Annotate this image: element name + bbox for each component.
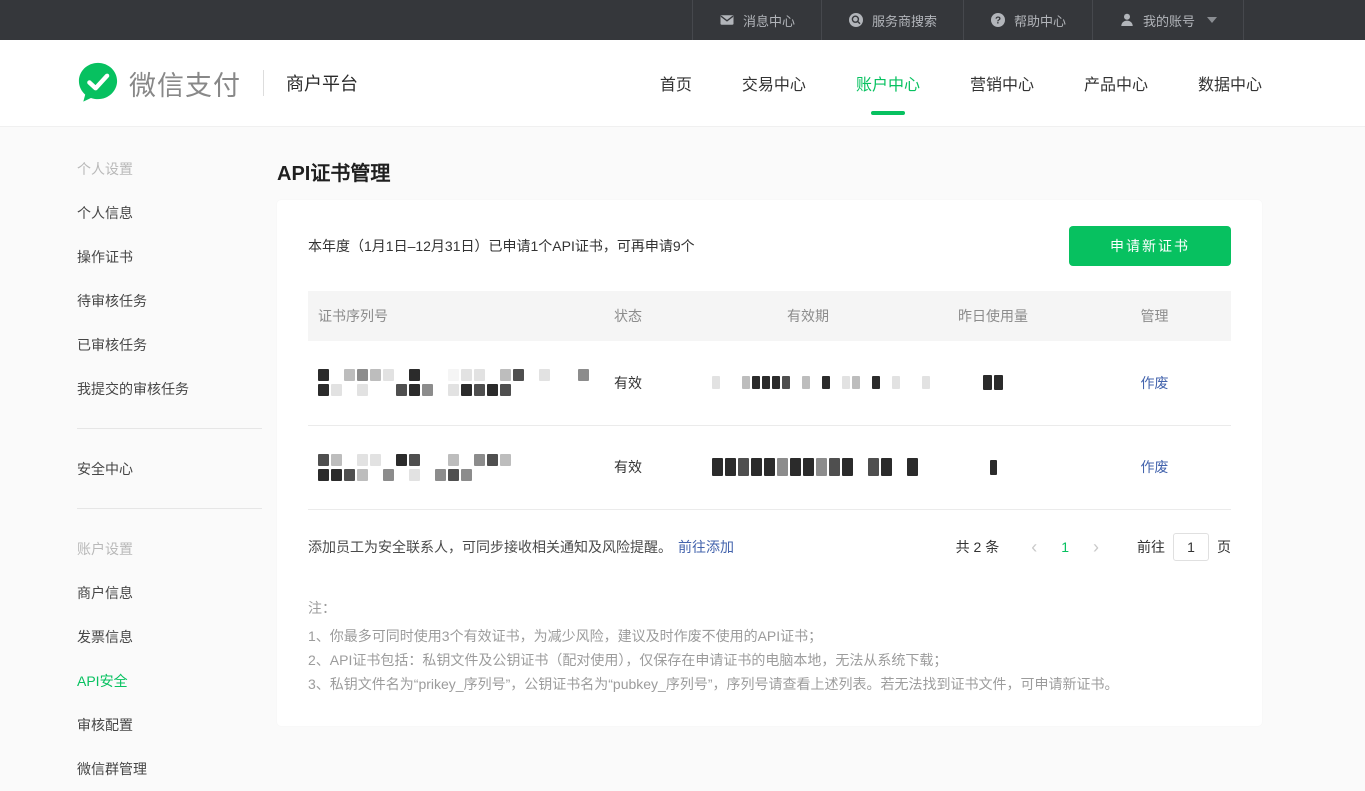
sidebar-item-merchant-info[interactable]: 商户信息 [77,571,262,615]
sidebar-item-personal-info[interactable]: 个人信息 [77,191,262,235]
total-count: 共 2 条 [956,537,1000,557]
svg-text:?: ? [995,16,1001,27]
sidebar-divider [77,508,262,509]
note-line: 3、私钥文件名为“prikey_序列号”，公钥证书名为“pubkey_序列号”，… [308,672,1231,696]
sidebar-item-security-center[interactable]: 安全中心 [77,447,262,491]
brand[interactable]: 微信支付 商户平台 [77,61,358,106]
brand-name: 微信支付 [129,64,241,103]
platform-name: 商户平台 [286,70,358,96]
table-header-row: 证书序列号 状态 有效期 昨日使用量 管理 [308,291,1231,341]
mail-icon [719,12,735,28]
topbar-spacer [1243,0,1365,40]
goto-label: 前往 [1137,537,1165,557]
topbar: 消息中心 服务商搜索 ? 帮助中心 我的账号 [0,0,1365,40]
sidebar-item-invoice-info[interactable]: 发票信息 [77,615,262,659]
topbar-item-label: 服务商搜索 [872,11,937,30]
cert-quota-summary: 本年度（1月1日–12月31日）已申请1个API证书，可再申请9个 [308,236,695,256]
sidebar-divider [77,428,262,429]
help-center-menu[interactable]: ? 帮助中心 [963,0,1092,40]
nav-item-data-center[interactable]: 数据中心 [1198,61,1262,105]
redacted-serial-number [318,451,511,484]
notes-title: 注： [308,596,1231,620]
sidebar-item-api-security[interactable]: API安全 [77,659,262,703]
search-icon [848,12,864,28]
page-body: 个人设置 个人信息 操作证书 待审核任务 已审核任务 我提交的审核任务 安全中心… [0,127,1365,791]
api-cert-card: 本年度（1月1日–12月31日）已申请1个API证书，可再申请9个 申请新证书 … [277,200,1262,726]
col-header-serial: 证书序列号 [308,291,548,341]
table-footer: 添加员工为安全联系人，可同步接收相关通知及风险提醒。 前往添加 共 2 条 ‹ … [308,532,1231,562]
prev-page-icon[interactable]: ‹ [1017,538,1051,556]
nav-item-home[interactable]: 首页 [660,61,692,105]
page-title: API证书管理 [277,157,1262,186]
note-line: 1、你最多可同时使用3个有效证书，为减少风险，建议及时作废不使用的API证书； [308,624,1231,648]
redacted-serial-number [318,366,589,399]
cert-table: 证书序列号 状态 有效期 昨日使用量 管理 有效 作废 [308,291,1231,510]
sidebar-section-personal-settings: 个人设置 [77,147,262,191]
sidebar-item-reviewed-tasks[interactable]: 已审核任务 [77,323,262,367]
apply-new-cert-button[interactable]: 申请新证书 [1069,226,1231,266]
next-page-icon[interactable]: › [1079,538,1113,556]
wechat-pay-logo-icon [77,61,119,106]
col-header-status: 状态 [548,291,708,341]
notes-section: 注： 1、你最多可同时使用3个有效证书，为减少风险，建议及时作废不使用的API证… [308,596,1231,696]
summary-row: 本年度（1月1日–12月31日）已申请1个API证书，可再申请9个 申请新证书 [308,226,1231,266]
sidebar-section-account-settings: 账户设置 [77,527,262,571]
user-icon [1119,12,1135,28]
nav-item-transaction-center[interactable]: 交易中心 [742,61,806,105]
chevron-down-icon [1207,17,1217,23]
nav-item-account-center[interactable]: 账户中心 [856,61,920,105]
status-value: 有效 [548,425,708,509]
brand-divider [263,70,264,96]
col-header-validity: 有效期 [708,291,908,341]
goto-page-input[interactable] [1173,533,1209,561]
provider-search-menu[interactable]: 服务商搜索 [821,0,963,40]
sidebar-item-review-config[interactable]: 审核配置 [77,703,262,747]
sidebar-item-wechat-group-mgmt[interactable]: 微信群管理 [77,747,262,791]
sidebar: 个人设置 个人信息 操作证书 待审核任务 已审核任务 我提交的审核任务 安全中心… [77,127,262,791]
table-row: 有效 作废 [308,425,1231,509]
main-content: API证书管理 本年度（1月1日–12月31日）已申请1个API证书，可再申请9… [262,127,1262,791]
void-cert-link[interactable]: 作废 [1141,375,1169,391]
pagination: 共 2 条 ‹ 1 › 前往 页 [956,533,1231,561]
nav-item-marketing-center[interactable]: 营销中心 [970,61,1034,105]
topbar-item-label: 我的账号 [1143,11,1195,30]
safety-contact-note: 添加员工为安全联系人，可同步接收相关通知及风险提醒。 [308,537,672,557]
sidebar-item-operation-cert[interactable]: 操作证书 [77,235,262,279]
sidebar-item-pending-review-tasks[interactable]: 待审核任务 [77,279,262,323]
col-header-manage: 管理 [1078,291,1231,341]
col-header-usage: 昨日使用量 [908,291,1078,341]
sidebar-item-my-submitted-tasks[interactable]: 我提交的审核任务 [77,367,262,411]
void-cert-link[interactable]: 作废 [1141,459,1169,475]
redacted-validity [712,455,918,479]
note-line: 2、API证书包括：私钥文件及公钥证书（配对使用），仅保存在申请证书的电脑本地，… [308,648,1231,672]
message-center-menu[interactable]: 消息中心 [692,0,821,40]
topbar-item-label: 消息中心 [743,11,795,30]
topbar-item-label: 帮助中心 [1014,11,1066,30]
table-row: 有效 作废 [308,341,1231,425]
redacted-usage [990,457,997,478]
go-add-contact-link[interactable]: 前往添加 [678,537,734,557]
nav-item-product-center[interactable]: 产品中心 [1084,61,1148,105]
help-icon: ? [990,12,1006,28]
page-number-1[interactable]: 1 [1051,539,1079,555]
primary-nav: 首页 交易中心 账户中心 营销中心 产品中心 数据中心 [610,61,1262,105]
page-suffix: 页 [1217,537,1231,557]
my-account-menu[interactable]: 我的账号 [1092,0,1243,40]
header: 微信支付 商户平台 首页 交易中心 账户中心 营销中心 产品中心 数据中心 [0,40,1365,127]
redacted-validity [712,373,930,392]
redacted-usage [983,372,1003,393]
